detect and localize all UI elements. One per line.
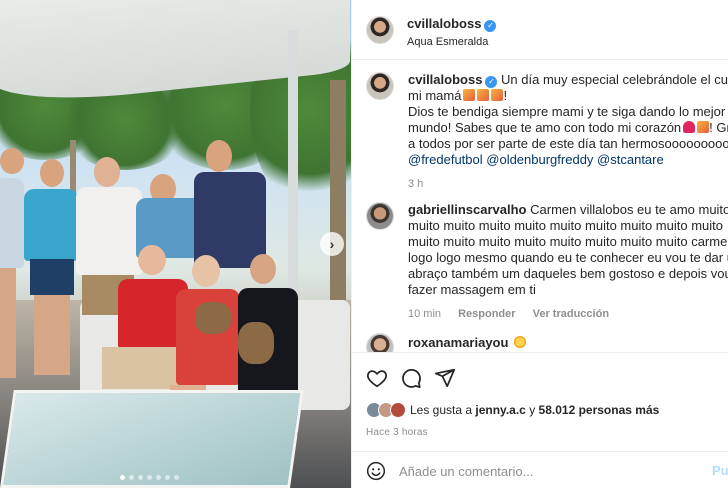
reply-button[interactable]: Responder	[458, 308, 515, 320]
carousel-dot	[129, 475, 134, 480]
publish-button[interactable]: Publicar	[712, 463, 728, 478]
comment-line: muito muito muito muito muito muito muit…	[408, 234, 728, 249]
verified-icon: ✓	[484, 20, 497, 32]
caption-line: Un día muy especial celebrándole el cump…	[501, 72, 728, 87]
commenter-avatar[interactable]	[366, 202, 394, 230]
carousel-dot	[174, 475, 179, 480]
person	[22, 155, 80, 385]
heart-eyes-emoji-icon	[514, 336, 527, 348]
caption-line: Dios te bendiga siempre mami y te siga d…	[408, 104, 728, 119]
carousel-dots	[120, 475, 179, 480]
share-button[interactable]	[434, 367, 456, 389]
caption-line: mi mamá	[408, 88, 462, 103]
comment-author[interactable]: roxanamariayou	[408, 335, 508, 350]
comment-author[interactable]: gabriellinscarvalho	[408, 202, 527, 217]
post-header: cvillaloboss ✓ Aqua Esmeralda	[352, 0, 728, 60]
commenter-avatar[interactable]	[366, 333, 394, 352]
author-avatar[interactable]	[366, 16, 394, 44]
caption-time[interactable]: 3 h	[408, 178, 423, 190]
action-icons	[366, 367, 456, 389]
translate-button[interactable]: Ver traducción	[533, 308, 609, 320]
comments-list: cvillaloboss ✓ Un día muy especial celebr…	[352, 60, 728, 352]
post-photo[interactable]: ›	[0, 0, 351, 488]
carousel-dot	[147, 475, 152, 480]
dog	[238, 322, 278, 366]
like-button[interactable]	[366, 367, 388, 389]
likes-summary[interactable]: Les gusta a jenny.a.c y 58.012 personas …	[366, 402, 659, 418]
comment-line: fazer massagem em ti	[408, 282, 536, 297]
comment-icon	[402, 369, 421, 389]
add-comment-bar: Publicar	[352, 451, 728, 488]
post-side-panel: cvillaloboss ✓ Aqua Esmeralda cvillalobos…	[351, 0, 728, 488]
author-username[interactable]: cvillaloboss	[407, 16, 481, 31]
post-location[interactable]: Aqua Esmeralda	[407, 36, 496, 48]
emoji-icon[interactable]	[366, 461, 386, 481]
caption-author[interactable]: cvillaloboss	[408, 72, 482, 87]
comment-text: gabriellinscarvalho Carmen villalobos eu…	[408, 202, 728, 322]
post-time[interactable]: Hace 3 horas	[366, 427, 428, 438]
likes-count[interactable]: 58.012 personas más	[539, 403, 660, 417]
comment-line: muito muito muito muito muito muito muit…	[408, 218, 723, 233]
tag-link[interactable]: @fredefutbol	[408, 152, 483, 167]
likes-prefix: Les gusta a	[410, 403, 473, 417]
palm-trunk	[330, 80, 346, 310]
comment-button[interactable]	[400, 367, 422, 389]
likes-connector: y	[529, 403, 536, 417]
caption-line: mundo! Sabes que te amo con todo mi cora…	[408, 120, 682, 135]
caption-line: ! Gracias	[709, 120, 728, 135]
comment-time[interactable]: 10 min	[408, 308, 441, 320]
carousel-dot	[165, 475, 170, 480]
party-emoji-icon	[477, 89, 490, 101]
send-icon	[434, 368, 456, 388]
heart-icon	[366, 370, 388, 388]
comment-line: logo logo mesmo quando eu te conhecer eu…	[408, 250, 728, 265]
party-emoji-icon	[491, 89, 504, 101]
caption-text: cvillaloboss ✓ Un día muy especial celebr…	[408, 72, 728, 192]
author-info: cvillaloboss ✓ Aqua Esmeralda	[407, 16, 497, 48]
carousel-dot	[120, 475, 125, 480]
dog	[195, 302, 235, 336]
tag-link[interactable]: @stcantare	[597, 152, 664, 167]
heart-emoji-icon	[683, 121, 696, 133]
comment-meta: 10 min Responder Ver traducción	[408, 306, 728, 322]
glass-table	[0, 390, 304, 488]
author-avatar[interactable]	[366, 72, 394, 100]
party-emoji-icon	[697, 121, 710, 133]
verified-icon: ✓	[485, 76, 498, 88]
comment-input[interactable]	[399, 460, 699, 482]
carousel-dot	[138, 475, 143, 480]
comment-text: roxanamariayou	[408, 335, 728, 351]
tag-link[interactable]: @oldenburgfreddy	[486, 152, 593, 167]
next-photo-button[interactable]: ›	[320, 232, 344, 256]
comment-line: Carmen villalobos eu te amo muito	[530, 202, 728, 217]
liker-username[interactable]: jenny.a.c	[475, 403, 525, 417]
party-emoji-icon	[463, 89, 476, 101]
likes-text: Les gusta a jenny.a.c y 58.012 personas …	[410, 403, 659, 417]
liker-avatar	[390, 402, 406, 418]
post-actions: Les gusta a jenny.a.c y 58.012 personas …	[352, 352, 728, 488]
comment-line: abraço também um daqueles bem gostoso e …	[408, 266, 728, 281]
caption-meta: 3 h	[408, 176, 728, 192]
carousel-dot	[156, 475, 161, 480]
caption-line: a todos por ser parte de este día tan he…	[408, 136, 728, 151]
